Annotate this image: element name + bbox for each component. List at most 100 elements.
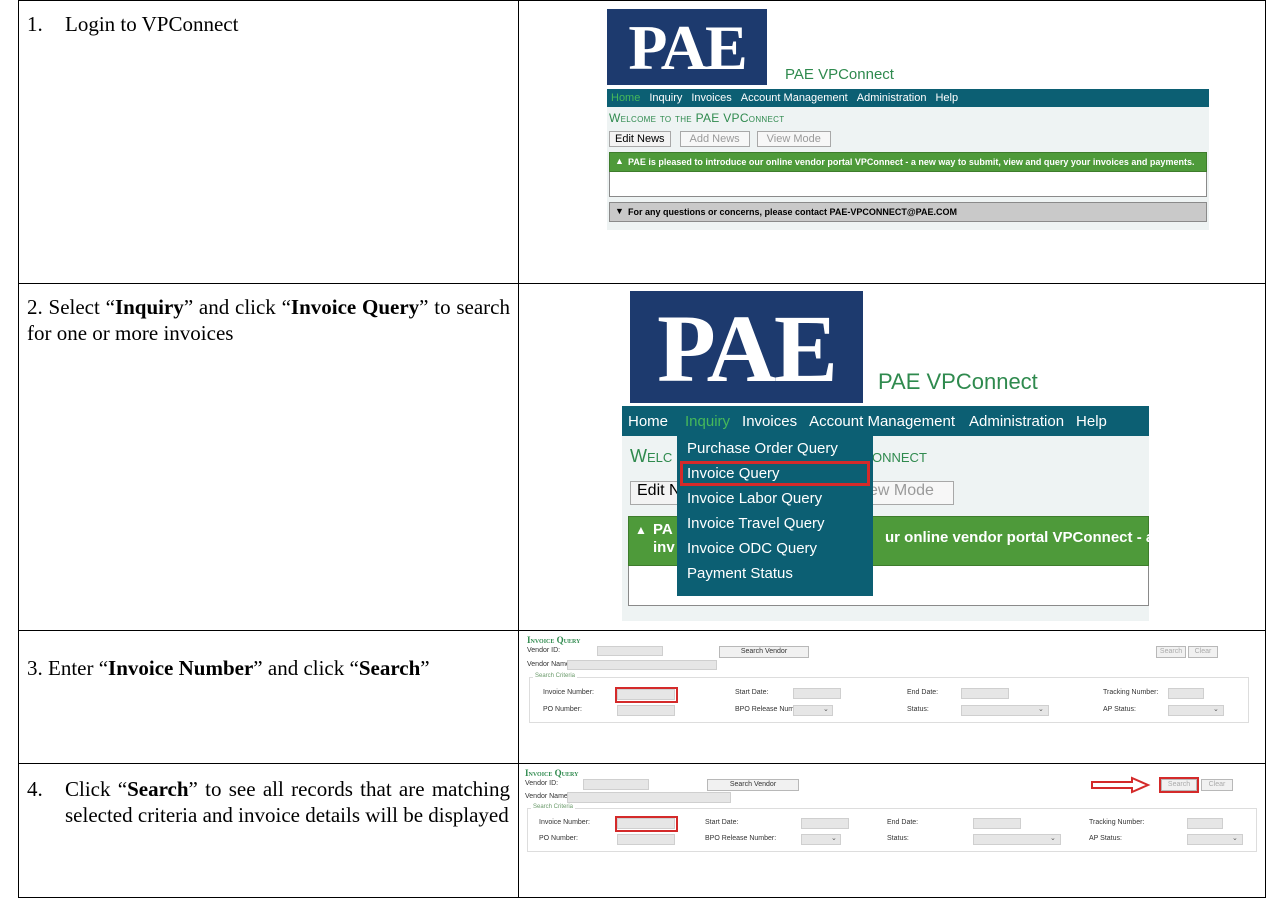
- menu-item-invoice-labor-query[interactable]: Invoice Labor Query: [687, 490, 822, 507]
- step-3-text: 3. Enter “Invoice Number” and click “Sea…: [27, 656, 430, 680]
- step-1-screenshot: PAE PAE VPConnect Home Inquiry Invoices …: [518, 0, 1266, 284]
- vendor-id-input[interactable]: [597, 646, 663, 656]
- portal-name-large: PAE VPConnect: [878, 369, 1038, 394]
- vendor-id-input[interactable]: [583, 779, 649, 790]
- news-text: PAE is pleased to introduce our online v…: [628, 157, 1195, 167]
- highlight-invoice-number: [615, 816, 678, 832]
- news-text-tail: ur online vendor portal VPConnect - a: [885, 529, 1149, 546]
- start-date-input[interactable]: [793, 688, 841, 699]
- clear-button[interactable]: Clear: [1201, 779, 1233, 791]
- highlight-search-button: [1159, 777, 1199, 793]
- add-news-button[interactable]: Add News: [679, 131, 750, 147]
- news-banner[interactable]: ▲ PAE is pleased to introduce our online…: [609, 152, 1207, 172]
- nav-bar: Home Inquiry Invoices Account Management…: [607, 89, 1209, 107]
- step-4-text: 4. Click “Search” to see all records tha…: [27, 777, 510, 827]
- po-number-input[interactable]: [617, 705, 675, 716]
- contact-text: For any questions or concerns, please co…: [628, 207, 958, 217]
- menu-item-purchase-order-query[interactable]: Purchase Order Query: [687, 440, 838, 457]
- chevron-down-icon: ⌄: [1213, 706, 1219, 713]
- nav-administration[interactable]: Administration: [857, 92, 927, 104]
- vendor-name-label: Vendor Name:: [527, 661, 572, 668]
- collapse-arrow-icon[interactable]: ▲: [635, 523, 647, 537]
- pae-logo: PAE: [607, 9, 767, 85]
- search-vendor-button[interactable]: Search Vendor: [707, 779, 799, 791]
- nav-inquiry[interactable]: Inquiry: [649, 92, 682, 104]
- status-select[interactable]: [961, 705, 1049, 716]
- step-4-number: 4.: [27, 777, 43, 801]
- highlight-invoice-query: [680, 461, 870, 486]
- nav-home[interactable]: Home: [628, 413, 668, 430]
- tracking-number-input[interactable]: [1187, 818, 1223, 829]
- portal-name: PAE VPConnect: [785, 66, 894, 83]
- end-date-input[interactable]: [961, 688, 1009, 699]
- clear-button[interactable]: Clear: [1188, 646, 1218, 658]
- instructions-table: 1. Login to VPConnect PAE PAE VPConnect …: [18, 0, 1266, 898]
- status-label: Status:: [887, 835, 909, 842]
- ap-status-label: AP Status:: [1089, 835, 1122, 842]
- nav-bar-large: Home Inquiry Invoices Account Management…: [622, 406, 1149, 436]
- view-mode-button[interactable]: View Mode: [756, 131, 831, 147]
- step-1-text: Login to VPConnect: [65, 12, 239, 36]
- search-vendor-button[interactable]: Search Vendor: [719, 646, 809, 658]
- search-button[interactable]: Search: [1156, 646, 1186, 658]
- welcome-heading-cropped: Welc: [630, 446, 673, 466]
- step-3-screenshot: Invoice Query Vendor ID: Search Vendor S…: [518, 630, 1266, 764]
- collapse-arrow-icon[interactable]: ▲: [615, 156, 624, 166]
- contact-banner[interactable]: ▼ For any questions or concerns, please …: [609, 202, 1207, 222]
- nav-help[interactable]: Help: [1076, 413, 1107, 430]
- tracking-number-label: Tracking Number:: [1103, 689, 1159, 696]
- news-text-left-a: PA: [653, 521, 673, 538]
- ap-status-label: AP Status:: [1103, 706, 1136, 713]
- view-mode-button[interactable]: ew Mode: [862, 481, 954, 505]
- pae-logo-large: PAE: [630, 291, 863, 403]
- portal-home-screenshot: PAE PAE VPConnect Home Inquiry Invoices …: [607, 9, 1209, 230]
- invoice-number-label: Invoice Number:: [539, 819, 590, 826]
- search-criteria-legend: Search Criteria: [531, 804, 576, 810]
- chevron-down-icon: ⌄: [823, 706, 829, 713]
- nav-home[interactable]: Home: [611, 92, 640, 104]
- nav-account-management[interactable]: Account Management: [809, 413, 955, 430]
- menu-item-invoice-travel-query[interactable]: Invoice Travel Query: [687, 515, 825, 532]
- welcome-heading-tail: onnect: [872, 446, 927, 466]
- vendor-name-label: Vendor Name:: [525, 793, 570, 800]
- start-date-input[interactable]: [801, 818, 849, 829]
- po-number-label: PO Number:: [543, 706, 582, 713]
- chevron-down-icon: ⌄: [1038, 706, 1044, 713]
- nav-help[interactable]: Help: [935, 92, 958, 104]
- nav-inquiry[interactable]: Inquiry: [685, 413, 730, 430]
- invoice-query-title: Invoice Query: [525, 768, 579, 778]
- news-body: [609, 172, 1207, 197]
- step-1-cell: 1. Login to VPConnect: [18, 0, 519, 284]
- end-date-input[interactable]: [973, 818, 1021, 829]
- vendor-id-label: Vendor ID:: [527, 647, 561, 654]
- step-3-cell: 3. Enter “Invoice Number” and click “Sea…: [18, 630, 519, 764]
- po-number-input[interactable]: [617, 834, 675, 845]
- edit-news-button[interactable]: Edit News: [609, 131, 671, 147]
- chevron-down-icon: ⌄: [1050, 835, 1056, 842]
- highlight-invoice-number: [615, 687, 678, 703]
- inquiry-dropdown-menu: Purchase Order Query Invoice Query Invoi…: [677, 436, 873, 596]
- nav-administration[interactable]: Administration: [969, 413, 1064, 430]
- po-number-label: PO Number:: [539, 835, 578, 842]
- status-select[interactable]: [973, 834, 1061, 845]
- nav-invoices[interactable]: Invoices: [691, 92, 731, 104]
- tracking-number-label: Tracking Number:: [1089, 819, 1145, 826]
- invoice-query-form: Invoice Query Vendor ID: Search Vendor S…: [527, 635, 1257, 723]
- tracking-number-input[interactable]: [1168, 688, 1204, 699]
- nav-invoices[interactable]: Invoices: [742, 413, 797, 430]
- vendor-name-input[interactable]: [567, 792, 731, 803]
- step-2-text: 2. Select “Inquiry” and click “Invoice Q…: [27, 295, 510, 345]
- step-1-number: 1.: [27, 12, 43, 36]
- menu-item-payment-status[interactable]: Payment Status: [687, 565, 793, 582]
- step-2-cell: 2. Select “Inquiry” and click “Invoice Q…: [18, 283, 519, 631]
- expand-arrow-icon[interactable]: ▼: [615, 206, 624, 216]
- nav-account-management[interactable]: Account Management: [741, 92, 848, 104]
- invoice-query-form: Invoice Query Vendor ID: Search Vendor S…: [525, 768, 1261, 852]
- status-label: Status:: [907, 706, 929, 713]
- portal-inquiry-screenshot: PAE PAE VPConnect Home Inquiry Invoices …: [622, 291, 1149, 621]
- chevron-down-icon: ⌄: [831, 835, 837, 842]
- menu-item-invoice-odc-query[interactable]: Invoice ODC Query: [687, 540, 817, 557]
- start-date-label: Start Date:: [735, 689, 769, 696]
- end-date-label: End Date:: [887, 819, 919, 826]
- vendor-name-input[interactable]: [567, 660, 717, 670]
